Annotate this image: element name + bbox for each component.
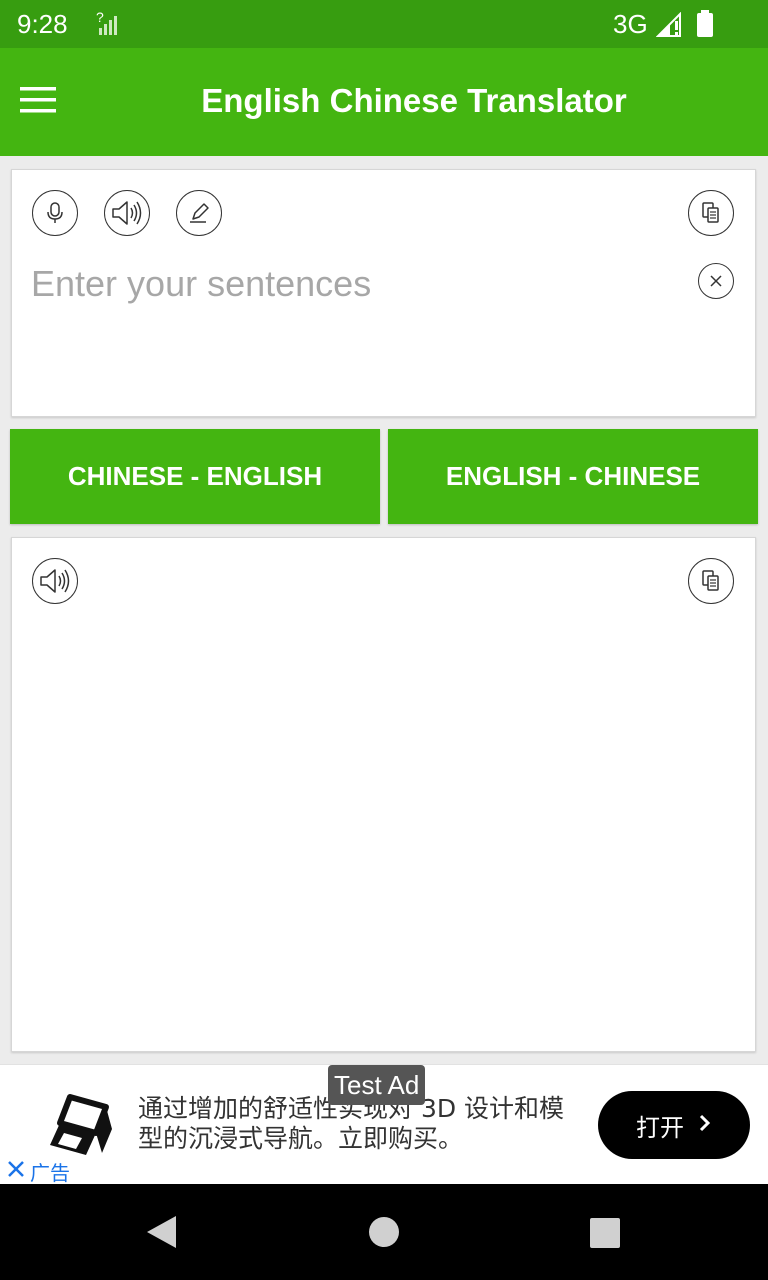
microphone-icon[interactable]	[32, 190, 78, 236]
pen-icon[interactable]	[176, 190, 222, 236]
battery-icon	[696, 10, 714, 43]
ad-close-button[interactable]: 广告	[6, 1157, 70, 1186]
test-ad-label: Test Ad	[328, 1065, 426, 1105]
ad-logo-icon	[46, 1093, 116, 1164]
ad-open-button[interactable]: 打开	[598, 1091, 750, 1159]
nav-bar	[0, 1184, 768, 1280]
close-icon	[6, 1159, 26, 1184]
copy-icon[interactable]	[688, 190, 734, 236]
ad-close-label: 广告	[30, 1161, 70, 1185]
status-bar: 9:28 ? 3G	[0, 0, 768, 48]
hamburger-menu-icon[interactable]	[16, 78, 60, 122]
speaker-icon[interactable]	[104, 190, 150, 236]
home-icon[interactable]	[368, 1216, 400, 1253]
app-title: English Chinese Translator	[201, 82, 627, 119]
english-chinese-label: ENGLISH - CHINESE	[445, 461, 701, 491]
output-card	[11, 537, 756, 1052]
ad-open-label: 打开	[636, 1113, 684, 1142]
no-sim-signal-icon: ?	[96, 9, 120, 41]
status-time: 9:28	[17, 9, 68, 39]
input-card	[11, 169, 756, 417]
svg-text:?: ?	[96, 10, 104, 25]
speaker-icon[interactable]	[32, 558, 78, 604]
chinese-english-label: CHINESE - ENGLISH	[67, 461, 323, 491]
chevron-right-icon	[698, 1111, 712, 1139]
chinese-english-button[interactable]: CHINESE - ENGLISH	[10, 429, 380, 524]
network-type: 3G	[613, 9, 648, 39]
sentence-input[interactable]	[31, 263, 671, 393]
app-bar: English Chinese Translator	[0, 48, 768, 156]
ad-banner[interactable]: 通过增加的舒适性实现对 3D 设计和模型的沉浸式导航。立即购买。 Test Ad…	[0, 1064, 768, 1185]
copy-icon[interactable]	[688, 558, 734, 604]
cell-signal-icon	[655, 11, 684, 43]
recent-apps-icon[interactable]	[589, 1217, 621, 1254]
back-icon[interactable]	[144, 1214, 178, 1255]
clear-icon[interactable]	[698, 263, 734, 299]
english-chinese-button[interactable]: ENGLISH - CHINESE	[388, 429, 758, 524]
